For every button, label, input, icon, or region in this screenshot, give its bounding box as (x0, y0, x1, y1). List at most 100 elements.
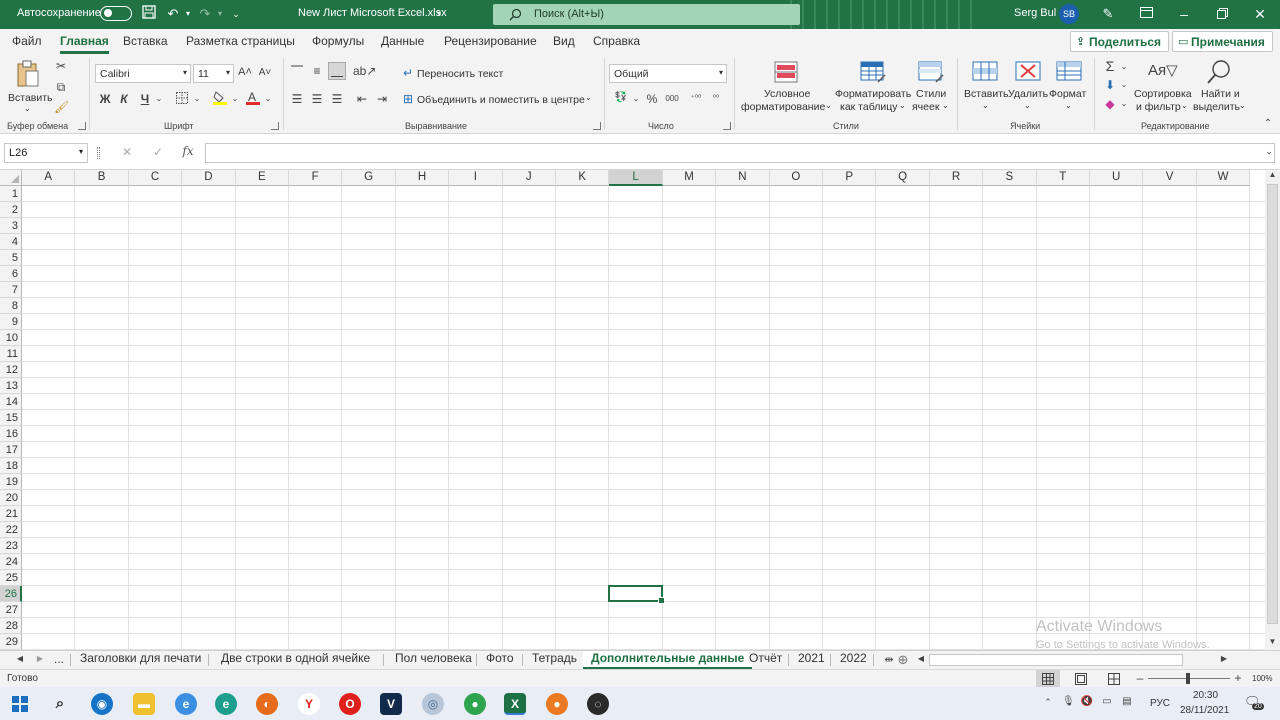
align-right-icon[interactable]: ☰ (330, 92, 344, 106)
cell-styles-button[interactable]: Стили ячеек ⌄ (910, 58, 952, 118)
network-icon[interactable]: ▤ (1120, 696, 1134, 707)
row-header[interactable]: 28 (0, 618, 22, 634)
clipboard-launcher-icon[interactable] (78, 122, 86, 130)
chrome-icon[interactable]: ● (464, 693, 486, 715)
row-header[interactable]: 29 (0, 634, 22, 650)
row-header[interactable]: 22 (0, 522, 22, 538)
tab-page-layout[interactable]: Разметка страницы (186, 34, 295, 48)
row-header[interactable]: 11 (0, 346, 22, 362)
comma-style-icon[interactable]: 000 (664, 94, 680, 103)
row-header[interactable]: 24 (0, 554, 22, 570)
align-top-icon[interactable]: ⎺ (290, 64, 304, 79)
row-header[interactable]: 15 (0, 410, 22, 426)
obs-icon[interactable]: ◌ (587, 693, 609, 715)
wrap-text-button[interactable]: ↵ Переносить текст (401, 66, 511, 82)
row-header[interactable]: 3 (0, 218, 22, 234)
ok-app-icon[interactable]: ● (546, 693, 568, 715)
column-header[interactable]: U (1090, 170, 1144, 186)
firefox-icon[interactable]: ◐ (256, 693, 278, 715)
font-family-select[interactable]: Calibri ▾ (95, 64, 191, 83)
font-color-icon[interactable]: A (246, 90, 260, 109)
row-header[interactable]: 14 (0, 394, 22, 410)
sheet-tab[interactable]: Заголовки для печати (80, 651, 201, 669)
row-header[interactable]: 4 (0, 234, 22, 250)
clock-time[interactable]: 20:30 (1193, 690, 1218, 701)
file-explorer-icon[interactable]: ▬ (133, 693, 155, 715)
row-header[interactable]: 2 (0, 202, 22, 218)
zoom-in-icon[interactable]: + (1233, 671, 1243, 685)
close-icon[interactable]: ✕ (1250, 5, 1270, 23)
row-header[interactable]: 13 (0, 378, 22, 394)
hscroll-right-icon[interactable]: ▶ (1219, 654, 1229, 663)
tray-overflow-icon[interactable]: ⌃ (1042, 697, 1054, 708)
accounting-dropdown-icon[interactable]: ⌄ (631, 94, 641, 103)
sheet-tab[interactable]: Фото (486, 651, 514, 669)
ribbon-display-icon[interactable] (1137, 5, 1155, 23)
autosave-toggle[interactable] (100, 6, 132, 21)
comments-button[interactable]: ▭ Примечания (1172, 31, 1273, 52)
opera-icon[interactable]: O (339, 693, 361, 715)
clear-dropdown-icon[interactable]: ⌄ (1119, 99, 1129, 108)
row-header[interactable]: 21 (0, 506, 22, 522)
shrink-font-icon[interactable]: A˅ (258, 67, 272, 78)
sheet-tab[interactable]: Пол человека (395, 651, 472, 669)
page-break-view-icon[interactable] (1108, 673, 1122, 685)
format-as-table-button[interactable]: Форматировать как таблицу ⌄ (834, 58, 911, 118)
tab-file[interactable]: Файл (12, 34, 42, 48)
hscroll-left-icon[interactable]: ◀ (916, 654, 926, 663)
column-header[interactable]: L (609, 170, 663, 186)
cut-icon[interactable]: ✂ (54, 59, 68, 73)
volume-icon[interactable]: 🔇 (1080, 696, 1094, 707)
microphone-icon[interactable]: 🎙 (1062, 696, 1075, 707)
delete-cells-button[interactable]: Удалить ⌄ (1007, 58, 1049, 118)
avatar[interactable]: SB (1059, 4, 1079, 24)
copy-icon[interactable]: ⧉ (54, 80, 68, 95)
hscroll-thumb[interactable] (929, 654, 1183, 666)
yandex-icon[interactable]: Y (298, 693, 320, 715)
sheet-tab[interactable]: Отчёт (749, 651, 782, 669)
tab-insert[interactable]: Вставка (123, 34, 168, 48)
file-name-dropdown-icon[interactable]: ▾ (430, 5, 448, 23)
pen-icon[interactable]: ✎ (1099, 5, 1117, 23)
font-launcher-icon[interactable] (271, 122, 279, 130)
tab-data[interactable]: Данные (381, 34, 424, 48)
browser-icon[interactable]: ◉ (91, 693, 113, 715)
minimize-icon[interactable]: – (1174, 5, 1194, 23)
increase-decimal-icon[interactable]: ⁺⁰⁰ (688, 93, 704, 102)
column-header[interactable]: N (716, 170, 770, 186)
row-header[interactable]: 17 (0, 442, 22, 458)
enter-icon[interactable]: ✓ (151, 145, 165, 159)
column-header[interactable]: G (342, 170, 396, 186)
row-header[interactable]: 5 (0, 250, 22, 266)
accounting-format-icon[interactable]: 💱 (613, 92, 629, 103)
column-header[interactable]: K (556, 170, 610, 186)
scroll-thumb[interactable] (1267, 184, 1278, 624)
row-header[interactable]: 18 (0, 458, 22, 474)
grow-font-icon[interactable]: A˄ (238, 66, 252, 78)
save-icon[interactable] (140, 5, 158, 23)
vertical-scrollbar[interactable]: ▲ ▼ (1265, 170, 1280, 650)
align-center-icon[interactable]: ☰ (310, 92, 324, 106)
row-header[interactable]: 12 (0, 362, 22, 378)
align-middle-icon[interactable]: ≡ (310, 64, 324, 78)
zoom-level[interactable]: 100% (1252, 674, 1272, 683)
row-header[interactable]: 25 (0, 570, 22, 586)
alignment-launcher-icon[interactable] (593, 122, 601, 130)
column-header[interactable]: A (22, 170, 76, 186)
sheet-tab[interactable]: 2021 (798, 651, 825, 669)
autosum-icon[interactable]: Σ (1103, 58, 1117, 74)
fill-color-dropdown-icon[interactable]: ⌄ (230, 94, 240, 103)
underline-dropdown-icon[interactable]: ⌄ (154, 94, 164, 103)
collapse-ribbon-icon[interactable]: ⌃ (1262, 118, 1274, 129)
zoom-out-icon[interactable]: – (1135, 671, 1145, 685)
scroll-sheets-left-icon[interactable]: ◀ (15, 654, 25, 663)
user-name[interactable]: Serg Bul (1014, 7, 1056, 19)
merge-center-button[interactable]: ⊞ Объединить и поместить в центре ⌄ (401, 92, 596, 108)
column-header[interactable]: V (1143, 170, 1197, 186)
column-header[interactable]: I (449, 170, 503, 186)
customize-qat-icon[interactable]: ⌄ (227, 5, 245, 23)
scroll-sheets-right-icon[interactable]: ▶ (35, 654, 45, 663)
sheet-tab[interactable]: Тетрадь (532, 651, 577, 669)
borders-icon[interactable] (175, 92, 189, 107)
borders-dropdown-icon[interactable]: ⌄ (192, 94, 202, 103)
